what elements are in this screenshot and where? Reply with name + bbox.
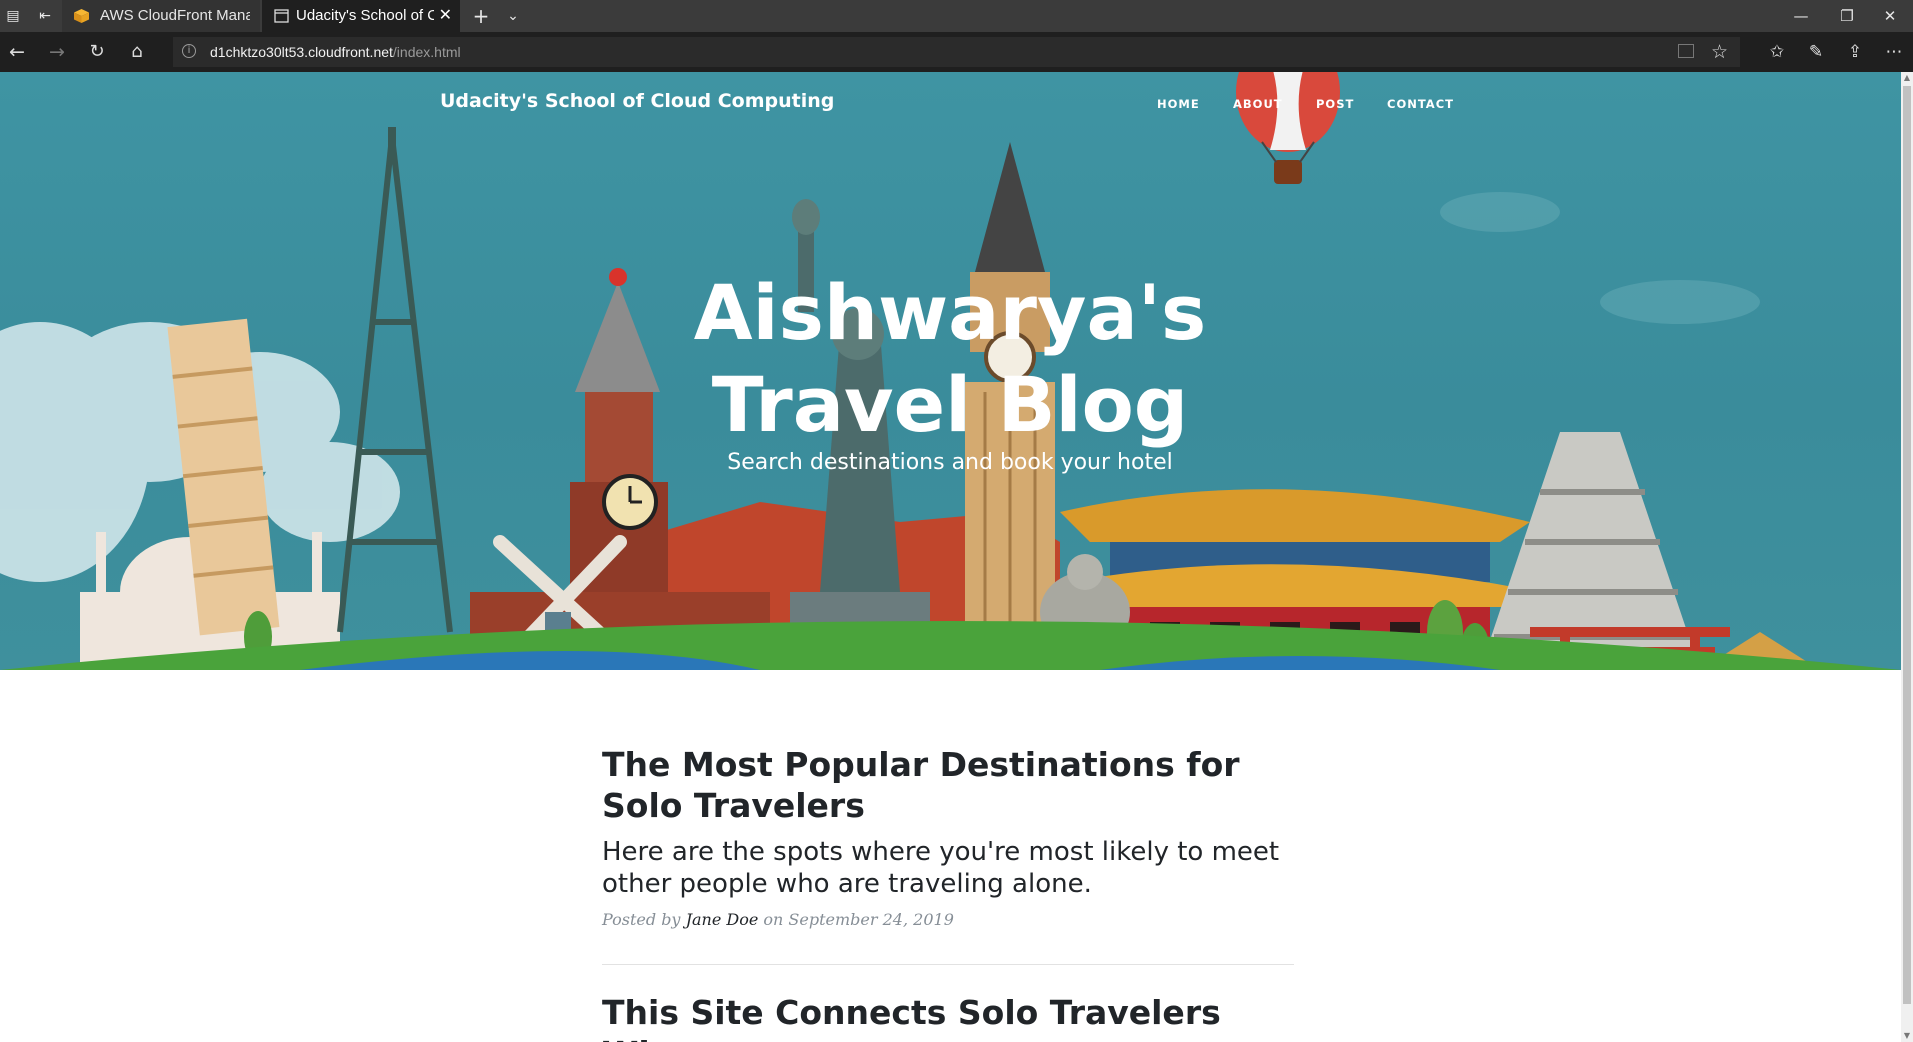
browser-tab-bar: ▤ ⇤ AWS CloudFront Managem Udacity's Sch…	[0, 0, 1913, 32]
hero-title-line: Aishwarya's	[693, 268, 1207, 357]
back-arrow-icon[interactable]: ←	[2, 38, 32, 66]
nav-contact-link[interactable]: CONTACT	[1387, 97, 1454, 111]
hero-title-line: Travel Blog	[711, 360, 1189, 449]
site-brand[interactable]: Udacity's School of Cloud Computing	[440, 90, 834, 112]
scroll-down-icon[interactable]: ▼	[1901, 1030, 1913, 1042]
post-title[interactable]: The Most Popular Destinations for Solo T…	[602, 744, 1294, 826]
tab-actions-icon[interactable]: ▤	[2, 6, 24, 26]
forward-arrow-icon[interactable]: →	[42, 38, 72, 66]
post-meta-date: on September 24, 2019	[763, 910, 954, 929]
tab-udacity[interactable]: Udacity's School of Clou ✕	[262, 0, 460, 32]
hero-title: Aishwarya's Travel Blog	[550, 267, 1350, 451]
favorite-star-icon[interactable]: ☆	[1711, 39, 1728, 65]
home-icon[interactable]: ⌂	[122, 38, 152, 66]
post-meta: Posted by Jane Doe on September 24, 2019	[602, 910, 1294, 929]
info-icon[interactable]: i	[182, 44, 196, 58]
post-preview[interactable]: This Site Connects Solo Travelers Who	[602, 992, 1294, 1042]
scroll-thumb[interactable]	[1903, 86, 1911, 1004]
nav-post-link[interactable]: POST	[1316, 97, 1354, 111]
close-tab-icon[interactable]: ✕	[439, 0, 452, 32]
post-author-link[interactable]: Jane Doe	[686, 910, 759, 929]
nav-home-link[interactable]: HOME	[1157, 97, 1200, 111]
aws-cube-icon	[74, 9, 89, 23]
tab-aws-cloudfront[interactable]: AWS CloudFront Managem	[62, 0, 260, 32]
scroll-up-icon[interactable]: ▲	[1901, 72, 1913, 84]
refresh-icon[interactable]: ↻	[82, 38, 112, 66]
page-viewport: Udacity's School of Cloud Computing HOME…	[0, 72, 1901, 1042]
share-icon[interactable]: ⇪	[1840, 38, 1870, 66]
nav-about-link[interactable]: ABOUT	[1233, 97, 1283, 111]
post-title[interactable]: This Site Connects Solo Travelers Who	[602, 992, 1294, 1042]
address-url[interactable]: d1chktzo30lt53.cloudfront.net/index.html	[210, 37, 461, 67]
page-scrollbar[interactable]: ▲ ▼	[1901, 72, 1913, 1042]
address-bar[interactable]: i d1chktzo30lt53.cloudfront.net/index.ht…	[173, 37, 1740, 67]
tab-label: Udacity's School of Clou	[296, 7, 434, 24]
browser-toolbar: ← → ↻ ⌂ i d1chktzo30lt53.cloudfront.net/…	[0, 32, 1913, 72]
hero-subtitle: Search destinations and book your hotel	[727, 450, 1173, 475]
post-meta-prefix: Posted by	[602, 910, 681, 929]
pen-annotate-icon[interactable]: ✎	[1801, 38, 1831, 66]
hero-header: Udacity's School of Cloud Computing HOME…	[0, 72, 1901, 670]
post-divider	[602, 964, 1294, 965]
minimize-icon[interactable]: —	[1778, 0, 1824, 32]
chevron-down-icon[interactable]: ⌄	[502, 6, 524, 26]
tab-label: AWS CloudFront Managem	[100, 7, 250, 24]
close-window-icon[interactable]: ✕	[1867, 0, 1913, 32]
favorites-list-icon[interactable]: ✩	[1762, 38, 1792, 66]
more-options-icon[interactable]: ⋯	[1879, 38, 1909, 66]
post-subtitle[interactable]: Here are the spots where you're most lik…	[602, 836, 1294, 900]
page-icon	[274, 9, 289, 23]
restore-icon[interactable]: ❐	[1824, 0, 1870, 32]
reading-view-icon[interactable]	[1678, 44, 1694, 58]
post-preview[interactable]: The Most Popular Destinations for Solo T…	[602, 744, 1294, 929]
set-aside-tabs-icon[interactable]: ⇤	[34, 6, 56, 26]
new-tab-icon[interactable]: +	[470, 6, 492, 26]
